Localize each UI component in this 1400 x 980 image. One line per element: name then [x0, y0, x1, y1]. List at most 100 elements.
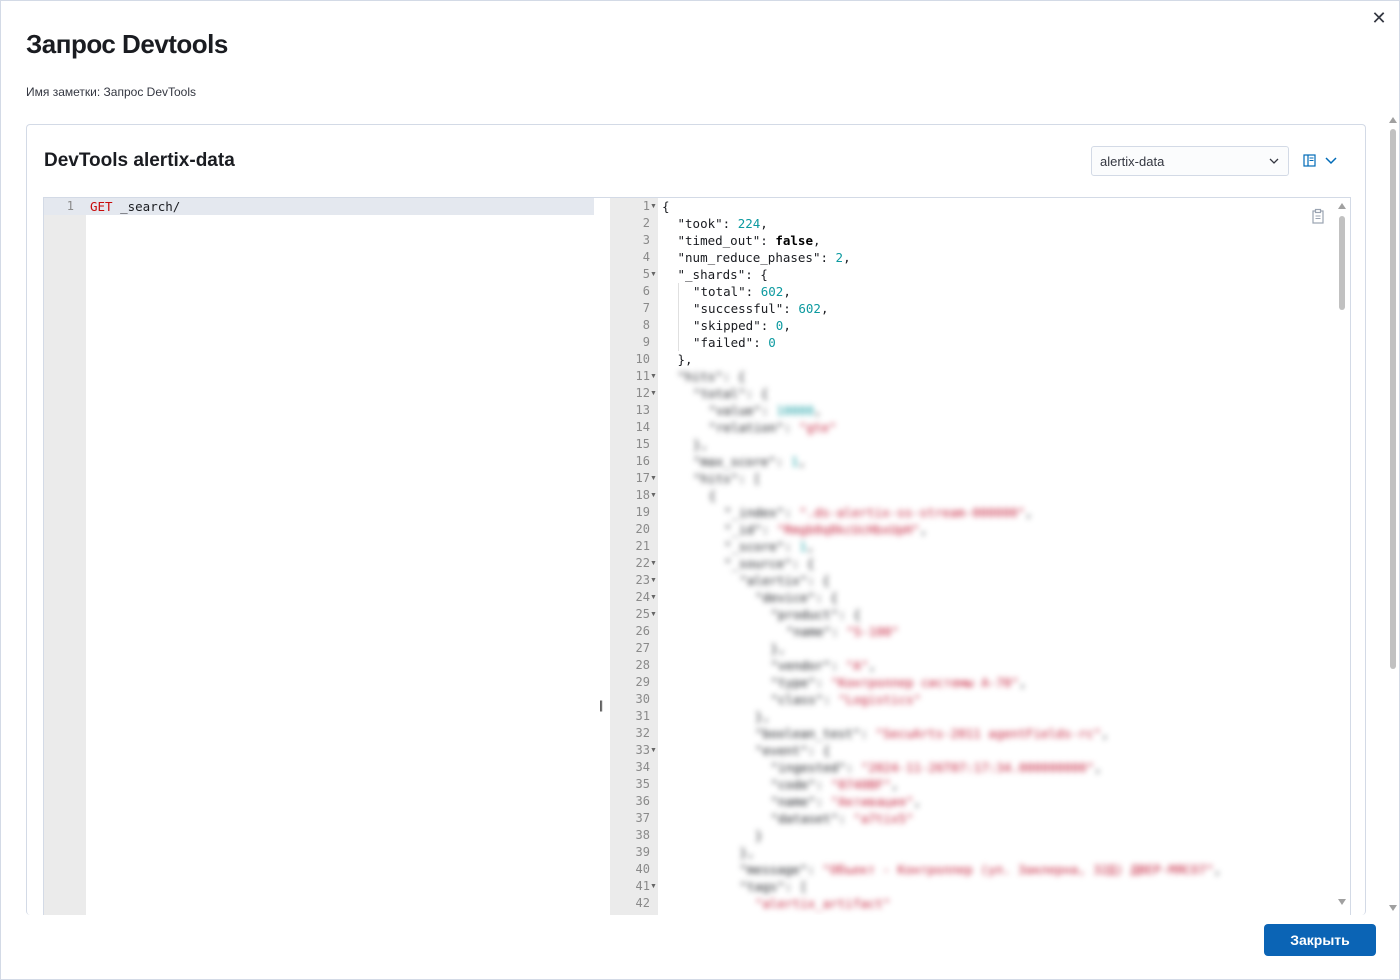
code-token: ,	[868, 658, 876, 673]
code-token: "alertix": {	[739, 573, 830, 588]
code-token: "took":	[677, 216, 738, 231]
request-path: _search/	[112, 199, 181, 214]
modal-title: Запрос Devtools	[26, 29, 228, 59]
response-line: 20 "_id": "Rmgb0q8kcUcHbxUpH",	[610, 521, 1330, 538]
fold-toggle-icon[interactable]: ▼	[650, 368, 657, 385]
view-toggle-button[interactable]	[1303, 153, 1338, 167]
line-number: 3	[642, 233, 650, 247]
scroll-up-arrow[interactable]	[1389, 117, 1397, 123]
code-token: "event": {	[755, 743, 831, 758]
line-number: 29	[635, 675, 650, 689]
response-line: 37 "dataset": "a7tix5"	[610, 810, 1330, 827]
code-token: "_index":	[724, 505, 800, 520]
response-code: },	[678, 351, 693, 368]
fold-toggle-icon[interactable]: ▼	[650, 470, 657, 487]
request-gutter	[44, 198, 86, 915]
line-number: 8	[642, 318, 650, 332]
fold-toggle-icon[interactable]: ▼	[650, 266, 657, 283]
note-name-label: Имя заметки:	[26, 85, 101, 99]
modal-scrollbar[interactable]	[1389, 117, 1397, 911]
response-line: 12 ▼ "total": {	[610, 385, 1330, 402]
code-token: "total": {	[693, 386, 769, 401]
number-token: 0	[768, 335, 776, 350]
code-token: ,	[760, 216, 768, 231]
chevron-down-icon	[1269, 158, 1279, 164]
scroll-thumb[interactable]	[1339, 216, 1345, 310]
code-token: }	[755, 828, 763, 843]
chevron-down-icon	[1325, 157, 1337, 165]
fold-toggle-icon[interactable]: ▼	[650, 606, 657, 623]
string-token: "gte"	[798, 420, 837, 435]
response-code: "product": {	[771, 606, 861, 623]
request-editor[interactable]: 1 GET _search/ ||	[44, 198, 610, 915]
response-line: 2 "took": 224,	[610, 215, 1330, 232]
response-line: 36 "name": "Активация",	[610, 793, 1330, 810]
editor-splitter[interactable]: ||	[599, 698, 603, 712]
scroll-up-arrow[interactable]	[1338, 203, 1346, 209]
line-number: 13	[635, 403, 650, 417]
response-code: "vendor": "A",	[771, 657, 876, 674]
code-token: "_shards": {	[677, 267, 768, 282]
code-token: "name":	[786, 624, 847, 639]
response-line: 18 ▼ {	[610, 487, 1330, 504]
response-code: "_shards": {	[678, 266, 768, 283]
response-code: "alertix_artifact"	[755, 895, 890, 912]
fold-toggle-icon[interactable]: ▼	[650, 742, 657, 759]
line-number: 42	[635, 896, 650, 910]
scroll-down-arrow[interactable]	[1338, 899, 1346, 905]
response-code: "_score": 1,	[724, 538, 814, 555]
response-line: 10},	[610, 351, 1330, 368]
code-token: "max_score":	[693, 454, 791, 469]
note-name-value: Запрос DevTools	[103, 85, 197, 99]
response-line: 35 "code": "0740BF",	[610, 776, 1330, 793]
code-token: ,	[820, 301, 829, 316]
number-token: 2	[835, 250, 844, 265]
close-icon[interactable]: ✕	[1369, 9, 1389, 29]
response-line: 32 "boolean_test": "SecuArts-2011 agentFi…	[610, 725, 1330, 742]
fold-toggle-icon[interactable]: ▼	[650, 555, 657, 572]
clipboard-icon[interactable]	[1310, 208, 1326, 230]
response-code: "class": "Logistics"	[771, 691, 922, 708]
response-scrollbar[interactable]	[1336, 200, 1348, 908]
response-line: 8 "skipped": 0,	[610, 317, 1330, 334]
line-number: 25	[635, 607, 650, 621]
code-token: "tags": [	[739, 879, 808, 894]
code-token: "ingested":	[770, 760, 861, 775]
response-editor[interactable]: 1 ▼{2 "took": 224, 3 "timed_out": false, 4 "nu…	[610, 198, 1350, 915]
line-number: 27	[635, 641, 650, 655]
response-line: 14 "relation": "gte"	[610, 419, 1330, 436]
response-code: "boolean_test": "SecuArts-2011 agentFiel…	[755, 725, 1109, 742]
response-code: },	[755, 708, 770, 725]
response-code: "tags": [	[740, 878, 808, 895]
code-token: ,	[812, 233, 821, 248]
fold-toggle-icon[interactable]: ▼	[650, 572, 657, 589]
line-number: 10	[635, 352, 650, 366]
fold-toggle-icon[interactable]: ▼	[650, 198, 657, 215]
line-number: 4	[642, 250, 650, 264]
response-line: 3 "timed_out": false,	[610, 232, 1330, 249]
response-line: 29 "type": "Контроллер системы A-70",	[610, 674, 1330, 691]
close-button[interactable]: Закрыть	[1264, 924, 1376, 956]
code-token: "hits": {	[677, 369, 746, 384]
code-token: {	[708, 488, 717, 503]
code-token: "num_reduce_phases":	[677, 250, 836, 265]
fold-toggle-icon[interactable]: ▼	[650, 878, 657, 895]
line-number: 22	[635, 556, 650, 570]
scroll-thumb[interactable]	[1390, 129, 1396, 669]
response-code: "timed_out": false,	[678, 232, 821, 249]
scroll-down-arrow[interactable]	[1389, 905, 1397, 911]
code-token: "hits": [	[693, 471, 761, 486]
string-token: ".ds-alertix-ss-stream-000000"	[799, 505, 1026, 520]
string-token: "2024-11-26T07:17:34.000000000"	[860, 760, 1095, 775]
request-code-line: GET _search/	[90, 199, 180, 214]
response-line: 27},	[610, 640, 1330, 657]
index-select[interactable]: alertix-data	[1091, 146, 1289, 176]
line-number: 33	[635, 743, 650, 757]
response-code: "event": {	[755, 742, 830, 759]
fold-toggle-icon[interactable]: ▼	[650, 385, 657, 402]
fold-toggle-icon[interactable]: ▼	[650, 589, 657, 606]
response-line: 33 ▼ "event": {	[610, 742, 1330, 759]
fold-toggle-icon[interactable]: ▼	[650, 487, 657, 504]
string-token: "SecuArts-2011 agentFields-rc"	[875, 726, 1102, 741]
response-line: 23 ▼ "alertix": {	[610, 572, 1330, 589]
